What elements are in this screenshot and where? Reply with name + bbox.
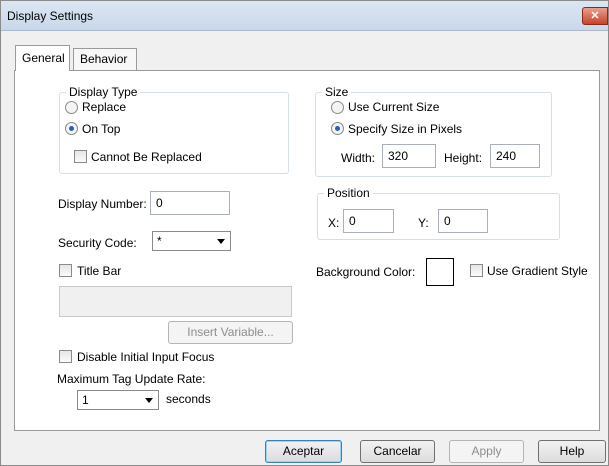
cannot-be-replaced-label: Cannot Be Replaced (91, 150, 202, 164)
on-top-radio[interactable] (65, 122, 78, 135)
title-bar-checkbox[interactable] (59, 264, 72, 277)
position-legend: Position (324, 186, 373, 200)
chevron-down-icon (145, 398, 153, 403)
replace-radio[interactable] (65, 101, 78, 114)
display-type-legend: Display Type (66, 85, 141, 99)
display-number-input[interactable] (150, 191, 230, 215)
chevron-down-icon (217, 239, 225, 244)
close-icon: ✕ (590, 10, 600, 22)
position-y-input[interactable] (438, 209, 488, 233)
width-label: Width: (341, 151, 376, 165)
on-top-label: On Top (82, 122, 121, 136)
tab-general[interactable]: General (15, 45, 70, 71)
width-input[interactable] (382, 144, 436, 168)
update-rate-unit: seconds (166, 392, 211, 406)
update-rate-select[interactable]: 1 (77, 390, 159, 410)
security-code-select[interactable]: * (152, 231, 231, 251)
insert-variable-button[interactable]: Insert Variable... (168, 321, 293, 344)
position-x-label: X: (328, 216, 340, 230)
security-code-value: * (157, 234, 162, 248)
help-button[interactable]: Help (538, 440, 606, 463)
use-current-size-radio[interactable] (331, 101, 344, 114)
use-current-size-label: Use Current Size (348, 100, 440, 114)
security-code-label: Security Code: (58, 236, 137, 250)
disable-focus-checkbox[interactable] (59, 350, 72, 363)
display-settings-window: Display Settings ✕ General Behavior Disp… (0, 0, 609, 466)
gradient-style-checkbox[interactable] (470, 264, 483, 277)
update-rate-value: 1 (82, 393, 89, 407)
specify-size-radio[interactable] (331, 122, 344, 135)
apply-button[interactable]: Apply (449, 440, 524, 463)
title-bar: Display Settings ✕ (1, 1, 608, 31)
close-button[interactable]: ✕ (582, 7, 608, 25)
position-y-label: Y: (418, 216, 429, 230)
gradient-style-label: Use Gradient Style (487, 264, 588, 278)
replace-label: Replace (82, 100, 127, 114)
background-color-label: Background Color: (316, 265, 416, 279)
tab-behavior[interactable]: Behavior (73, 48, 137, 70)
disable-focus-label: Disable Initial Input Focus (77, 350, 215, 364)
window-title: Display Settings (7, 9, 94, 23)
size-legend: Size (322, 85, 352, 99)
title-bar-text-field[interactable] (59, 286, 292, 317)
display-number-label: Display Number: (58, 197, 147, 211)
position-x-input[interactable] (343, 209, 394, 233)
title-bar-label: Title Bar (77, 264, 122, 278)
cancel-button[interactable]: Cancelar (360, 440, 435, 463)
height-input[interactable] (490, 144, 540, 168)
update-rate-label: Maximum Tag Update Rate: (57, 372, 206, 386)
ok-button[interactable]: Aceptar (265, 440, 342, 463)
general-tab-panel: Display Type Replace On Top Cannot Be Re… (14, 70, 600, 431)
specify-size-label: Specify Size in Pixels (348, 122, 463, 136)
cannot-be-replaced-checkbox[interactable] (74, 150, 87, 163)
height-label: Height: (444, 151, 483, 165)
background-color-swatch[interactable] (426, 258, 454, 286)
